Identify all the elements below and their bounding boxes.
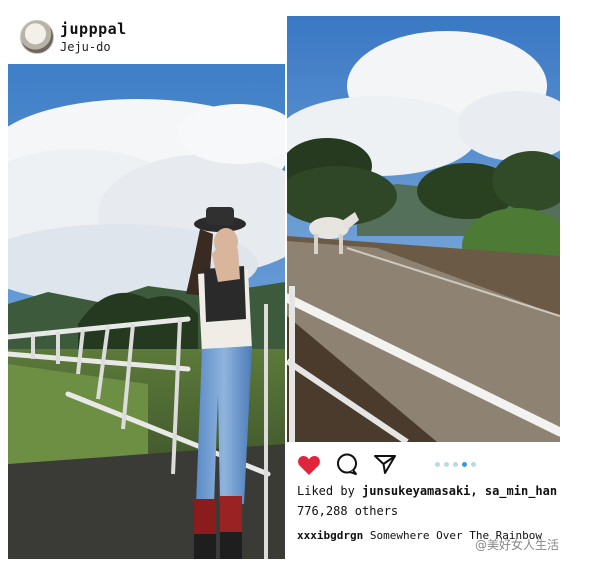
carousel-dot[interactable]	[453, 462, 458, 467]
avatar[interactable]	[20, 20, 54, 54]
right-post-photo	[287, 16, 560, 442]
likes-count[interactable]: 776,288 others	[297, 504, 398, 518]
comment-icon[interactable]	[335, 452, 359, 476]
right-post-card: Liked by junsukeyamasaki, sa_min_han 776…	[287, 14, 560, 559]
liked-by-users[interactable]: junsukeyamasaki, sa_min_han	[362, 484, 557, 498]
left-post-card: jupppal Jeju-do	[8, 14, 285, 559]
carousel-dot[interactable]	[435, 462, 440, 467]
post-header: jupppal Jeju-do	[8, 14, 285, 64]
carousel-dot-active[interactable]	[462, 462, 467, 467]
left-post-photo	[8, 64, 285, 559]
watermark: @美好女人生活	[475, 538, 560, 552]
post-location[interactable]: Jeju-do	[60, 40, 111, 54]
carousel-dot[interactable]	[444, 462, 449, 467]
liked-by-line: Liked by junsukeyamasaki, sa_min_han	[297, 484, 557, 498]
photo-collage: jupppal Jeju-do Liked by junsukeyamasaki…	[0, 0, 592, 571]
carousel-dots[interactable]	[435, 462, 485, 470]
heart-icon[interactable]	[297, 454, 321, 476]
post-actions-bar	[287, 444, 560, 484]
caption-username[interactable]: xxxibgdrgn	[297, 529, 363, 542]
share-icon[interactable]	[373, 452, 397, 476]
liked-by-prefix: Liked by	[297, 484, 363, 498]
post-username[interactable]: jupppal	[60, 20, 127, 38]
carousel-dot[interactable]	[471, 462, 476, 467]
